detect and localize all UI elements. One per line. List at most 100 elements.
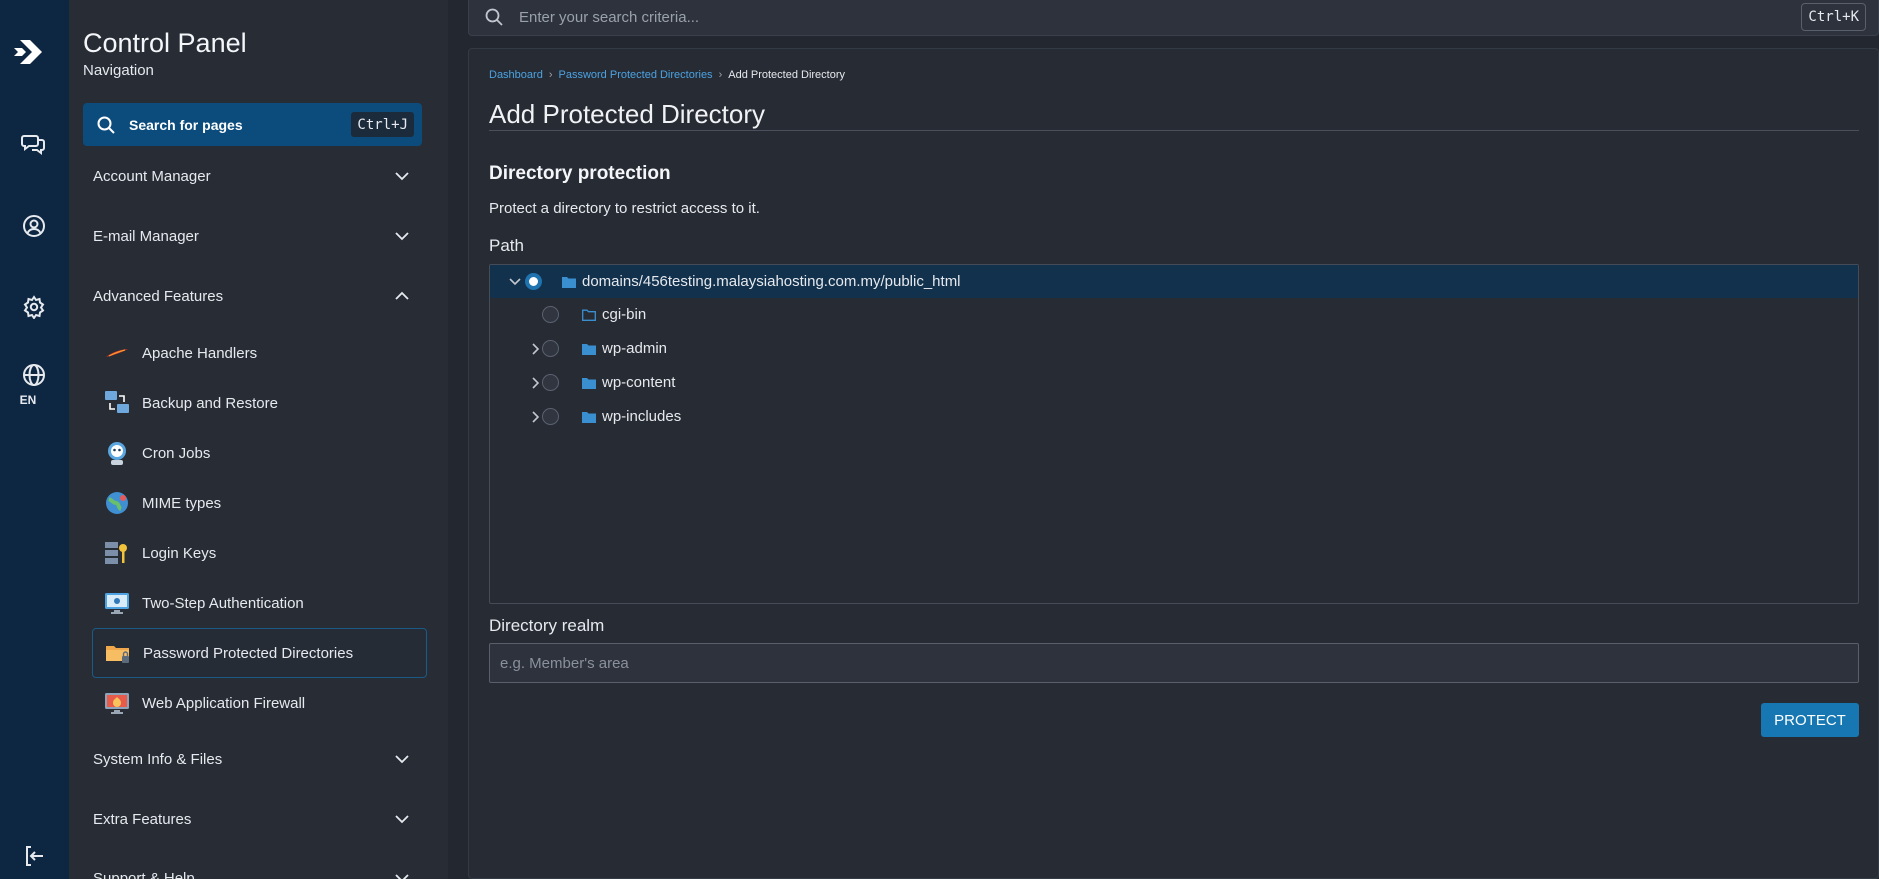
tree-row-root[interactable]: domains/456testing.malaysiahosting.com.m… <box>490 265 1858 298</box>
sidebar: Control Panel Navigation Search for page… <box>69 0 448 879</box>
directory-tree: domains/456testing.malaysiahosting.com.m… <box>489 264 1859 604</box>
sidebar-item-label: Login Keys <box>142 544 217 562</box>
section-label: Extra Features <box>93 810 192 828</box>
page-search-label: Search for pages <box>129 116 243 133</box>
folder-outline-icon <box>582 309 596 321</box>
sidebar-item-web-app-firewall[interactable]: Web Application Firewall <box>92 678 427 728</box>
section-system-info-files[interactable]: System Info & Files <box>83 739 422 779</box>
section-description: Protect a directory to restrict access t… <box>489 200 760 217</box>
sidebar-title: Control Panel <box>83 28 247 58</box>
sidebar-item-label: Web Application Firewall <box>142 694 306 712</box>
sidebar-item-label: Two-Step Authentication <box>142 594 304 612</box>
tree-row-wp-includes[interactable]: wp-includes <box>490 400 1858 433</box>
title-divider <box>489 130 1859 131</box>
chevron-right-icon[interactable] <box>528 410 542 424</box>
tree-radio[interactable] <box>542 340 559 357</box>
chat-icon[interactable] <box>14 124 54 164</box>
sidebar-item-label: MIME types <box>142 494 222 512</box>
tree-radio[interactable] <box>542 306 559 323</box>
section-label: Support & Help <box>93 869 195 879</box>
chevron-right-icon[interactable] <box>528 376 542 390</box>
chevron-down-icon <box>395 232 409 241</box>
search-icon <box>97 116 115 134</box>
global-search-shortcut: Ctrl+K <box>1801 3 1866 31</box>
global-search-placeholder[interactable]: Enter your search criteria... <box>519 9 699 26</box>
chevron-down-icon <box>395 815 409 824</box>
chevron-down-icon <box>395 755 409 764</box>
sidebar-item-two-step-auth[interactable]: Two-Step Authentication <box>92 578 427 628</box>
folder-icon <box>582 378 596 389</box>
breadcrumb-dashboard[interactable]: Dashboard <box>489 69 543 81</box>
section-extra-features[interactable]: Extra Features <box>83 799 422 839</box>
gear-icon[interactable] <box>14 287 54 327</box>
section-label: Account Manager <box>93 167 211 185</box>
brand-logo-icon[interactable] <box>8 28 56 76</box>
sidebar-subtitle: Navigation <box>83 62 154 79</box>
folder-icon <box>582 412 596 423</box>
realm-label: Directory realm <box>489 616 605 635</box>
section-advanced-features[interactable]: Advanced Features <box>83 276 422 316</box>
sidebar-item-label: Password Protected Directories <box>143 644 354 662</box>
search-icon <box>485 8 503 26</box>
icon-rail: EN <box>0 0 69 879</box>
section-label: E-mail Manager <box>93 227 199 245</box>
sidebar-item-password-protected-directories[interactable]: Password Protected Directories <box>92 628 427 678</box>
breadcrumb-separator-icon: › <box>718 69 723 81</box>
protect-button[interactable]: PROTECT <box>1761 703 1859 737</box>
tree-item-label: domains/456testing.malaysiahosting.com.m… <box>582 273 961 290</box>
globe-icon[interactable] <box>14 355 54 395</box>
sidebar-item-label: Apache Handlers <box>142 344 258 362</box>
tree-item-label: wp-content <box>602 374 676 391</box>
chevron-right-icon[interactable] <box>528 342 542 356</box>
folder-icon <box>562 277 576 288</box>
breadcrumb-separator-icon: › <box>548 69 553 81</box>
user-icon[interactable] <box>14 206 54 246</box>
chevron-up-icon <box>395 291 409 300</box>
tree-radio[interactable] <box>542 374 559 391</box>
sidebar-item-login-keys[interactable]: Login Keys <box>92 528 427 578</box>
folder-icon <box>582 344 596 355</box>
breadcrumb-password-protected-directories[interactable]: Password Protected Directories <box>559 69 713 81</box>
realm-input[interactable] <box>489 643 1859 683</box>
path-label: Path <box>489 236 524 255</box>
firewall-monitor-icon <box>104 690 130 716</box>
tree-item-label: cgi-bin <box>602 306 647 323</box>
tree-radio[interactable] <box>542 408 559 425</box>
section-title: Directory protection <box>489 163 671 184</box>
section-account-manager[interactable]: Account Manager <box>83 156 422 196</box>
cron-robot-icon <box>104 440 130 466</box>
key-server-icon <box>104 540 130 566</box>
tree-row-cgi-bin[interactable]: cgi-bin <box>490 298 1858 331</box>
sidebar-item-cron-jobs[interactable]: Cron Jobs <box>92 428 427 478</box>
page-search-button[interactable]: Search for pages Ctrl+J <box>83 103 422 146</box>
tree-row-wp-admin[interactable]: wp-admin <box>490 332 1858 365</box>
mime-globe-icon <box>104 490 130 516</box>
breadcrumb-current: Add Protected Directory <box>728 69 846 81</box>
chevron-down-icon <box>395 874 409 879</box>
main-panel: Dashboard › Password Protected Directori… <box>468 48 1879 879</box>
breadcrumb: Dashboard › Password Protected Directori… <box>489 69 845 81</box>
tree-row-wp-content[interactable]: wp-content <box>490 366 1858 399</box>
page-search-shortcut: Ctrl+J <box>351 112 414 137</box>
chevron-down-icon[interactable] <box>508 275 522 289</box>
tree-item-label: wp-admin <box>602 340 668 357</box>
logout-icon[interactable] <box>14 836 54 876</box>
sidebar-item-label: Backup and Restore <box>142 394 278 412</box>
sidebar-item-backup-restore[interactable]: Backup and Restore <box>92 378 427 428</box>
section-support-help[interactable]: Support & Help <box>83 858 422 879</box>
apache-feather-icon <box>104 340 130 366</box>
two-step-monitor-icon <box>104 590 130 616</box>
sidebar-item-apache-handlers[interactable]: Apache Handlers <box>92 328 427 378</box>
tree-item-label: wp-includes <box>602 408 682 425</box>
locked-folder-icon <box>105 640 131 666</box>
sidebar-item-mime-types[interactable]: MIME types <box>92 478 427 528</box>
sidebar-item-label: Cron Jobs <box>142 444 211 462</box>
chevron-down-icon <box>395 172 409 181</box>
language-label[interactable]: EN <box>0 393 56 407</box>
section-label: Advanced Features <box>93 287 224 305</box>
section-label: System Info & Files <box>93 750 223 768</box>
global-search-bar[interactable]: Enter your search criteria... Ctrl+K <box>468 0 1879 36</box>
backup-computers-icon <box>104 390 130 416</box>
tree-radio[interactable] <box>525 273 542 290</box>
section-email-manager[interactable]: E-mail Manager <box>83 216 422 256</box>
